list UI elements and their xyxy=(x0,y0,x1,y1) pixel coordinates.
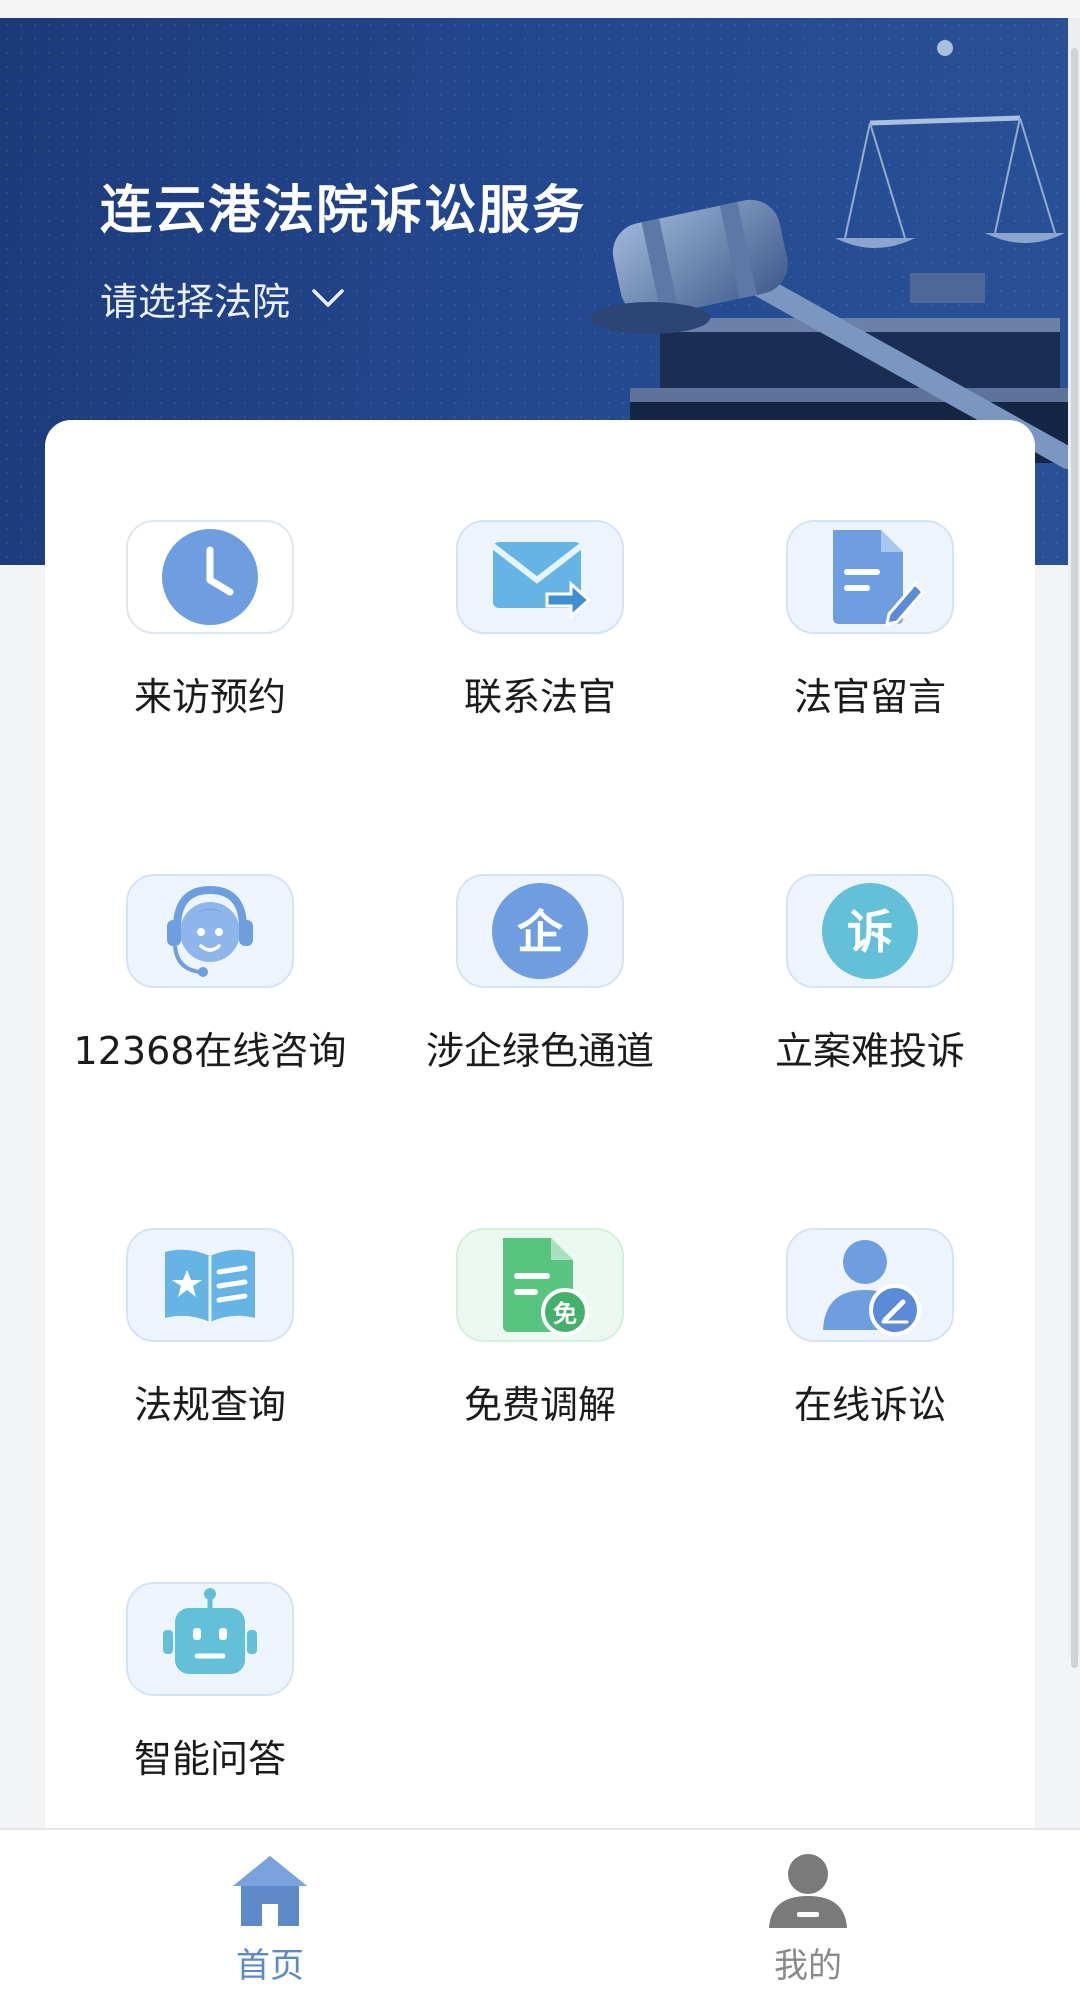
nav-me[interactable]: 我的 xyxy=(708,1850,908,1990)
service-icon-box xyxy=(126,1582,294,1696)
service-icon-box xyxy=(786,520,954,634)
free-mediation-icon: 免 xyxy=(503,1238,589,1336)
service-label: 在线诉讼 xyxy=(793,1383,946,1427)
nav-home[interactable]: 首页 xyxy=(170,1850,370,1990)
document-edit-icon xyxy=(833,530,925,626)
service-label: 智能问答 xyxy=(133,1737,286,1781)
mail-send-icon xyxy=(491,542,592,620)
headset-agent-icon xyxy=(167,885,253,977)
services-grid: 来访预约 联系法官 法官留言 12368在线咨询 企 涉企绿色通道 诉 立案难投… xyxy=(45,420,1035,1830)
service-visit-appointment[interactable]: 来访预约 xyxy=(45,420,375,720)
service-label: 联系法官 xyxy=(463,675,616,719)
app-title: 连云港法院诉讼服务 xyxy=(100,181,587,241)
service-enterprise-green-channel[interactable]: 企 涉企绿色通道 xyxy=(375,774,705,1074)
service-icon-box: 企 xyxy=(456,874,624,988)
service-icon-box xyxy=(456,520,624,634)
nav-home-label: 首页 xyxy=(236,1946,304,1986)
scrollbar[interactable] xyxy=(1068,18,1080,1668)
service-icon-box xyxy=(126,874,294,988)
service-label: 涉企绿色通道 xyxy=(425,1029,654,1073)
home-icon xyxy=(233,1856,307,1926)
service-online-litigation[interactable]: 在线诉讼 xyxy=(705,1128,1035,1428)
service-label: 免费调解 xyxy=(463,1383,616,1427)
robot-icon xyxy=(163,1588,257,1674)
service-icon-box xyxy=(786,1228,954,1342)
service-icon-box: 免 xyxy=(456,1228,624,1342)
service-icon-box: 诉 xyxy=(786,874,954,988)
service-online-consult[interactable]: 12368在线咨询 xyxy=(45,774,375,1074)
service-label: 法官留言 xyxy=(793,675,946,719)
svg-text:免: 免 xyxy=(553,1300,577,1328)
complaint-icon: 诉 xyxy=(822,883,918,979)
bottom-nav: 首页 我的 xyxy=(0,1828,1080,2011)
service-filing-complaint[interactable]: 诉 立案难投诉 xyxy=(705,774,1035,1074)
clock-icon xyxy=(162,529,258,625)
service-free-mediation[interactable]: 免 免费调解 xyxy=(375,1128,705,1428)
svg-text:企: 企 xyxy=(517,905,564,959)
regulation-book-icon xyxy=(165,1249,255,1322)
user-icon xyxy=(769,1854,847,1928)
services-card: 来访预约 联系法官 法官留言 12368在线咨询 企 涉企绿色通道 诉 立案难投… xyxy=(45,420,1035,1830)
user-edit-icon xyxy=(823,1240,921,1336)
court-selector-label: 请选择法院 xyxy=(100,279,291,324)
service-label: 来访预约 xyxy=(133,675,286,719)
scrollbar-thumb[interactable] xyxy=(1071,48,1078,1668)
service-contact-judge[interactable]: 联系法官 xyxy=(375,420,705,720)
status-bar xyxy=(0,0,1080,18)
service-label: 立案难投诉 xyxy=(774,1029,965,1073)
chevron-down-icon xyxy=(312,289,344,307)
service-judge-message[interactable]: 法官留言 xyxy=(705,420,1035,720)
nav-me-label: 我的 xyxy=(774,1946,842,1986)
service-icon-box xyxy=(126,520,294,634)
service-label: 12368在线咨询 xyxy=(73,1029,347,1073)
service-icon-box xyxy=(126,1228,294,1342)
court-selector[interactable]: 请选择法院 xyxy=(100,273,348,324)
service-smart-qa[interactable]: 智能问答 xyxy=(45,1482,375,1782)
service-label: 法规查询 xyxy=(133,1383,286,1427)
enterprise-icon: 企 xyxy=(492,883,588,979)
service-regulation-search[interactable]: 法规查询 xyxy=(45,1128,375,1428)
svg-text:诉: 诉 xyxy=(847,905,893,959)
